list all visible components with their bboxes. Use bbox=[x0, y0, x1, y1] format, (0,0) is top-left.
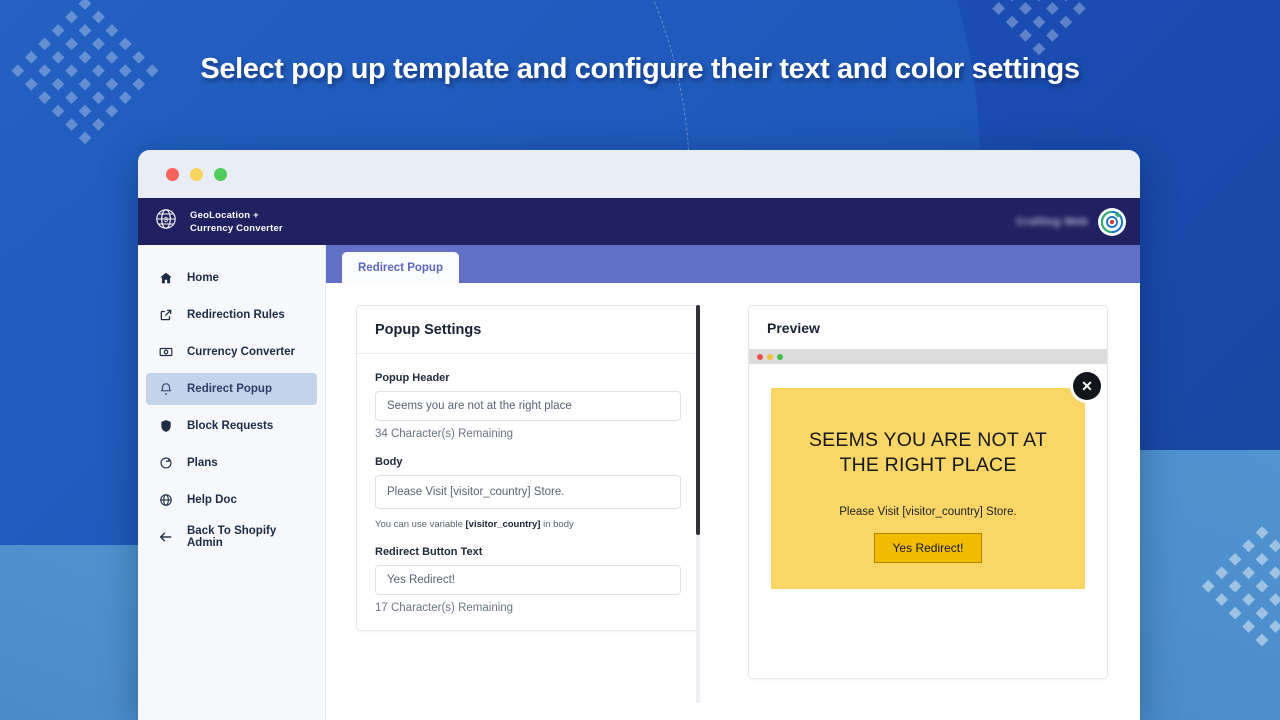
sidebar-item-label: Currency Converter bbox=[187, 346, 296, 358]
globe-help-icon bbox=[158, 493, 173, 508]
sidebar-item-label: Home bbox=[187, 272, 219, 284]
app-header-right: Crafting Web bbox=[1016, 207, 1126, 236]
window-titlebar bbox=[138, 150, 1140, 198]
redirect-button-text-input[interactable] bbox=[375, 565, 681, 595]
popup-header-counter: 34 Character(s) Remaining bbox=[375, 428, 514, 440]
external-link-icon bbox=[158, 308, 173, 323]
sidebar-item-home[interactable]: Home bbox=[146, 262, 317, 294]
store-name: Crafting Web bbox=[1016, 215, 1088, 228]
hint-suffix: in body bbox=[540, 519, 574, 530]
popup-settings-title: Popup Settings bbox=[357, 306, 699, 354]
sidebar: Home Redirection Rules Currency Converte… bbox=[138, 245, 326, 720]
settings-scrollbar-thumb[interactable] bbox=[696, 305, 700, 535]
preview-close-dot bbox=[757, 353, 763, 360]
app-header: $ GeoLocation + Currency Converter Craft… bbox=[138, 198, 1140, 245]
main-content: Redirect Popup Popup Settings Popup Head… bbox=[326, 245, 1140, 720]
popup-settings-form: Popup Header 34 Character(s) Remaining B… bbox=[357, 354, 699, 614]
preview-title: Preview bbox=[767, 320, 820, 336]
arrow-left-icon bbox=[158, 530, 173, 545]
sidebar-item-label: Plans bbox=[187, 457, 218, 469]
preview-card: Preview ✕ SEEMS YOU ARE NOT AT THE RIGHT… bbox=[748, 305, 1108, 679]
background-panel-bottom-left bbox=[0, 545, 140, 720]
popup-preview-heading: SEEMS YOU ARE NOT AT THE RIGHT PLACE bbox=[808, 429, 1048, 476]
refresh-circle-icon bbox=[158, 456, 173, 471]
brand-line-1: GeoLocation + bbox=[190, 209, 259, 221]
sidebar-item-label: Back To Shopify Admin bbox=[187, 525, 277, 549]
redirect-popup-preview: ✕ SEEMS YOU ARE NOT AT THE RIGHT PLACE P… bbox=[771, 372, 1101, 653]
shield-icon bbox=[158, 419, 173, 434]
sidebar-item-currency-converter[interactable]: Currency Converter bbox=[146, 336, 317, 368]
popup-yellow-area: SEEMS YOU ARE NOT AT THE RIGHT PLACE Ple… bbox=[771, 388, 1085, 589]
brand-line-2: Currency Converter bbox=[190, 222, 283, 234]
popup-body-hint: You can use variable [visitor_country] i… bbox=[375, 519, 681, 530]
preview-maximize-dot bbox=[777, 353, 783, 360]
page-headline: Select pop up template and configure the… bbox=[200, 53, 1080, 85]
preview-stage: ✕ SEEMS YOU ARE NOT AT THE RIGHT PLACE P… bbox=[749, 364, 1107, 678]
window-minimize-button[interactable] bbox=[190, 167, 203, 181]
close-icon[interactable]: ✕ bbox=[1073, 372, 1101, 400]
redirect-button-text-counter: 17 Character(s) Remaining bbox=[375, 602, 514, 614]
preview-browser-chrome bbox=[749, 349, 1107, 364]
popup-settings-pane: Popup Settings Popup Header 34 Character… bbox=[326, 305, 700, 720]
popup-body-label: Body bbox=[375, 456, 403, 468]
sidebar-item-redirection-rules[interactable]: Redirection Rules bbox=[146, 299, 317, 331]
brand-text: GeoLocation + Currency Converter bbox=[190, 209, 283, 235]
sidebar-item-label: Redirection Rules bbox=[187, 309, 285, 321]
target-logo-icon bbox=[1101, 210, 1123, 233]
bell-icon bbox=[158, 382, 173, 397]
sidebar-item-plans[interactable]: Plans bbox=[146, 447, 317, 479]
avatar[interactable] bbox=[1098, 207, 1126, 236]
hint-prefix: You can use variable bbox=[375, 519, 466, 530]
home-icon bbox=[158, 271, 173, 286]
brand[interactable]: $ GeoLocation + Currency Converter bbox=[154, 207, 283, 236]
panes: Popup Settings Popup Header 34 Character… bbox=[326, 283, 1140, 720]
popup-white-area bbox=[771, 589, 1085, 653]
tab-redirect-popup[interactable]: Redirect Popup bbox=[342, 252, 459, 283]
sidebar-item-label: Redirect Popup bbox=[187, 383, 272, 395]
sidebar-item-label: Help Doc bbox=[187, 494, 237, 506]
svg-text:$: $ bbox=[164, 217, 168, 224]
popup-preview-body: Please Visit [visitor_country] Store. bbox=[839, 506, 1017, 518]
window-maximize-button[interactable] bbox=[214, 167, 227, 181]
preview-pane: Preview ✕ SEEMS YOU ARE NOT AT THE RIGHT… bbox=[700, 305, 1140, 720]
window-close-button[interactable] bbox=[166, 167, 179, 181]
redirect-button-text-label: Redirect Button Text bbox=[375, 546, 483, 558]
sidebar-item-back-to-shopify-admin[interactable]: Back To Shopify Admin bbox=[146, 521, 317, 553]
popup-settings-card: Popup Settings Popup Header 34 Character… bbox=[356, 305, 700, 631]
globe-dollar-icon: $ bbox=[154, 207, 178, 236]
app-body: Home Redirection Rules Currency Converte… bbox=[138, 245, 1140, 720]
sidebar-item-redirect-popup[interactable]: Redirect Popup bbox=[146, 373, 317, 405]
browser-window: $ GeoLocation + Currency Converter Craft… bbox=[138, 150, 1140, 720]
tab-bar: Redirect Popup bbox=[326, 245, 1140, 283]
preview-minimize-dot bbox=[767, 353, 773, 360]
sidebar-item-block-requests[interactable]: Block Requests bbox=[146, 410, 317, 442]
popup-body-textarea[interactable]: Please Visit [visitor_country] Store. bbox=[375, 475, 681, 509]
popup-header-input[interactable] bbox=[375, 391, 681, 421]
popup-header-label: Popup Header bbox=[375, 372, 450, 384]
hint-variable: [visitor_country] bbox=[465, 519, 541, 530]
sidebar-item-help-doc[interactable]: Help Doc bbox=[146, 484, 317, 516]
sidebar-item-label: Block Requests bbox=[187, 420, 274, 432]
popup-preview-redirect-button[interactable]: Yes Redirect! bbox=[873, 533, 983, 563]
banknote-icon bbox=[158, 345, 173, 360]
